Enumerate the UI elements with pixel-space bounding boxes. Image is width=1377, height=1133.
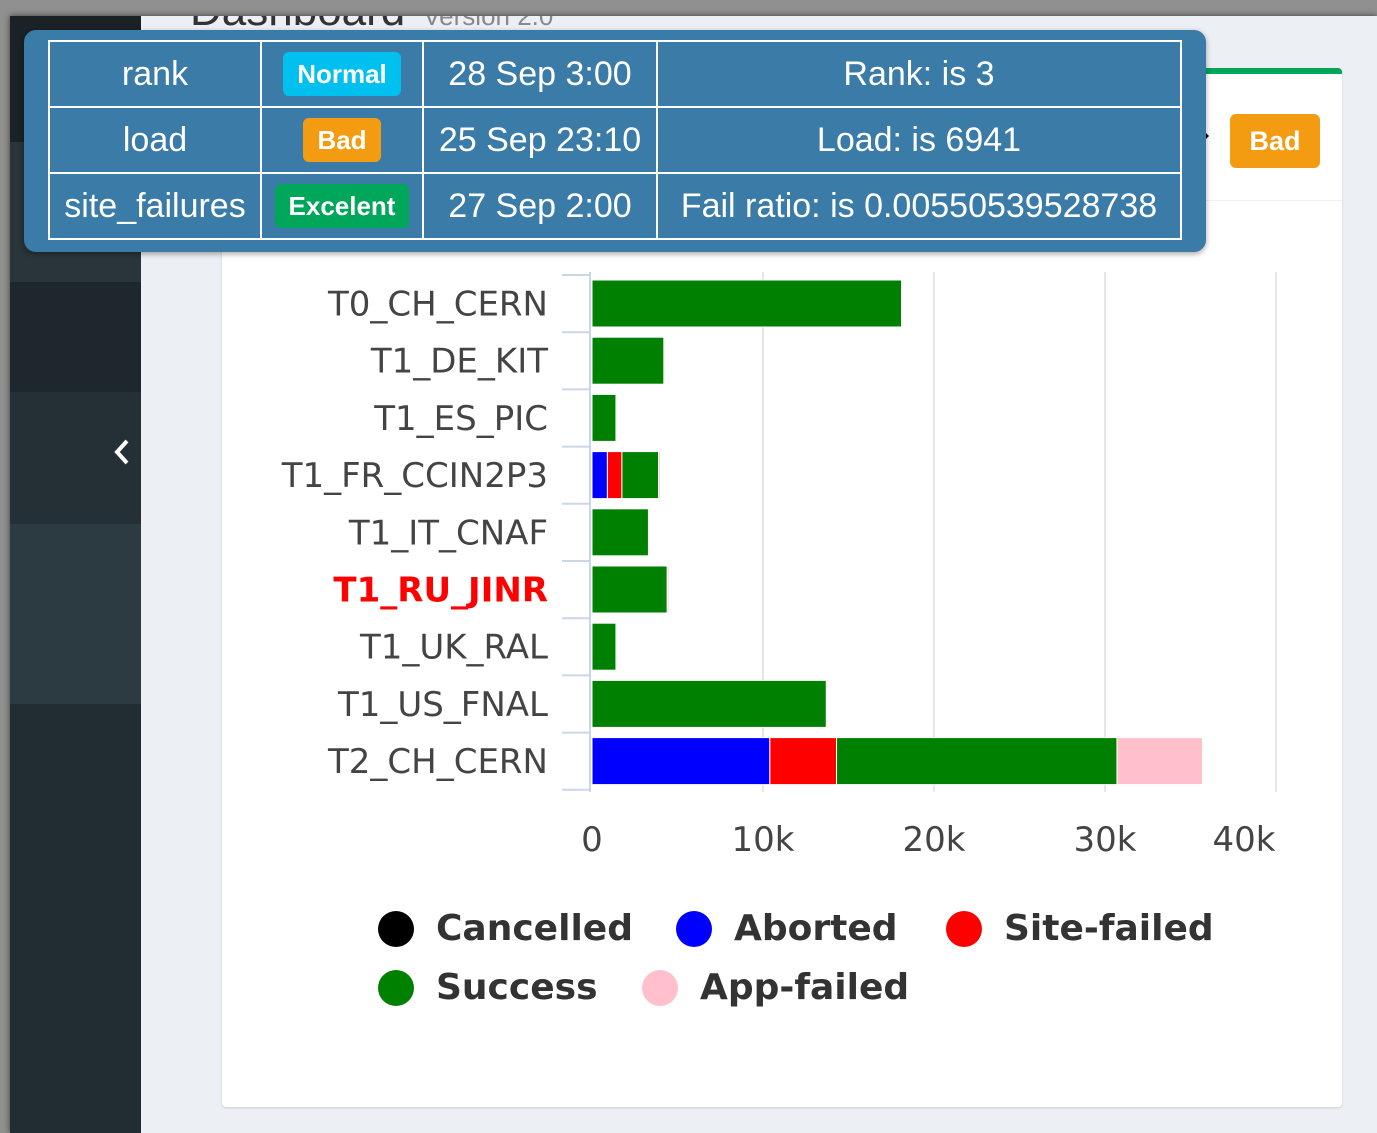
y-category-label: T1_RU_JINR [333,571,548,611]
y-category-label: T1_IT_CNAF [348,513,548,553]
bar-segment [591,508,649,557]
legend-label: Site-failed [1004,908,1214,949]
legend-swatch [946,910,982,947]
legend-item-site-failed[interactable]: Site-failed [946,908,1214,949]
legend-item-success[interactable]: Success [378,967,598,1008]
bar-segment [591,451,608,500]
legend-item-cancelled[interactable]: Cancelled [378,908,633,949]
status-table: rank Normal 28 Sep 3:00 Rank: is 3 load … [48,40,1182,240]
legend-label: App-failed [700,967,910,1008]
table-row: rank Normal 28 Sep 3:00 Rank: is 3 [48,40,1182,108]
x-tick-label: 40k [1213,820,1276,860]
x-tick-label: 30k [1074,820,1137,860]
bar-segment [591,622,617,671]
metric-name: load [48,106,262,174]
legend-label: Aborted [734,908,898,949]
legend-label: Success [436,967,598,1008]
status-badge: Excelent [274,183,410,229]
x-tick-label: 20k [903,820,966,860]
status-badge: Bad [303,117,381,163]
bar-segment [591,565,668,614]
timestamp: 28 Sep 3:00 [422,40,658,108]
x-tick-label: 10k [732,820,795,860]
y-category-label: T0_CH_CERN [327,285,548,325]
bar-segment [591,336,665,385]
timestamp: 25 Sep 23:10 [422,106,658,174]
metric-name: site_failures [48,172,262,240]
x-tick-label: 0 [581,820,603,860]
status-cell: Normal [260,40,424,108]
legend-label: Cancelled [436,908,633,949]
legend-swatch [378,910,414,947]
y-category-label: T1_US_FNAL [337,685,548,725]
status-badge: Normal [283,51,401,97]
status-cell: Excelent [260,172,424,240]
timestamp: 27 Sep 2:00 [422,172,658,240]
y-category-label: T1_ES_PIC [373,399,548,439]
legend-swatch [676,910,712,947]
legend-swatch [642,969,678,1006]
bar-segment [666,565,670,614]
y-category-label: T1_FR_CCIN2P3 [281,456,548,496]
status-tooltip: rank Normal 28 Sep 3:00 Rank: is 3 load … [24,30,1206,252]
bar-segment [1116,737,1203,786]
bar-segment [591,393,617,442]
y-category-label: T1_DE_KIT [370,342,548,382]
bar-segment [658,451,661,500]
detail-text: Load: is 6941 [656,106,1182,174]
bar-segment [769,737,838,786]
y-category-label: T1_UK_RAL [359,628,548,668]
status-cell: Bad [260,106,424,174]
bar-segment [836,737,1118,786]
y-category-label: T2_CH_CERN [327,742,548,782]
legend-item-app-failed[interactable]: App-failed [642,967,909,1008]
bar-segment [591,679,827,728]
detail-text: Fail ratio: is 0.00550539528738 [656,172,1182,240]
legend-item-aborted[interactable]: Aborted [676,908,898,949]
detail-text: Rank: is 3 [656,40,1182,108]
legend-swatch [378,969,414,1006]
table-row: load Bad 25 Sep 23:10 Load: is 6941 [48,106,1182,174]
bar-segment [591,737,771,786]
table-row: site_failures Excelent 27 Sep 2:00 Fail … [48,172,1182,240]
bar-segment [606,451,623,500]
bar-segment [621,451,660,500]
bar-segment [591,279,903,328]
metric-name: rank [48,40,262,108]
